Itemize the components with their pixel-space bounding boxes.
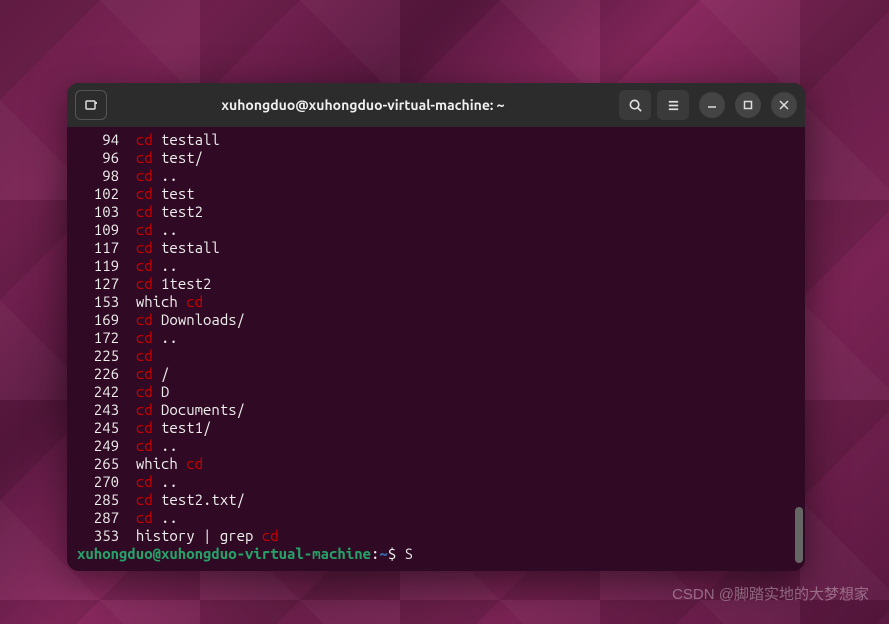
- history-line: 127 cd 1test2: [77, 275, 795, 293]
- search-icon: [628, 98, 643, 113]
- maximize-icon: [743, 100, 753, 110]
- history-line: 249 cd ..: [77, 437, 795, 455]
- history-line: 287 cd ..: [77, 509, 795, 527]
- history-line: 225 cd: [77, 347, 795, 365]
- new-tab-button[interactable]: [75, 90, 107, 120]
- menu-button[interactable]: [657, 90, 689, 120]
- history-line: 285 cd test2.txt/: [77, 491, 795, 509]
- history-line: 153 which cd: [77, 293, 795, 311]
- history-line: 117 cd testall: [77, 239, 795, 257]
- window-title: xuhongduo@xuhongduo-virtual-machine: ~: [113, 97, 613, 113]
- watermark: CSDN @脚踏实地的大梦想家: [672, 583, 869, 604]
- new-tab-icon: [83, 97, 99, 113]
- history-line: 103 cd test2: [77, 203, 795, 221]
- history-line: 96 cd test/: [77, 149, 795, 167]
- history-line: 265 which cd: [77, 455, 795, 473]
- history-line: 119 cd ..: [77, 257, 795, 275]
- history-line: 102 cd test: [77, 185, 795, 203]
- terminal-window: xuhongduo@xuhongduo-virtual-machine: ~: [67, 83, 805, 571]
- terminal-output[interactable]: 94 cd testall 96 cd test/ 98 cd .. 102 c…: [67, 127, 805, 571]
- history-line: 109 cd ..: [77, 221, 795, 239]
- search-button[interactable]: [619, 90, 651, 120]
- history-line: 172 cd ..: [77, 329, 795, 347]
- history-line: 98 cd ..: [77, 167, 795, 185]
- prompt-user: xuhongduo@xuhongduo-virtual-machine: [77, 545, 371, 562]
- scrollbar-thumb[interactable]: [795, 507, 803, 563]
- titlebar: xuhongduo@xuhongduo-virtual-machine: ~: [67, 83, 805, 127]
- prompt-line[interactable]: xuhongduo@xuhongduo-virtual-machine:~$ S: [77, 545, 795, 563]
- minimize-icon: [707, 100, 717, 110]
- minimize-button[interactable]: [699, 92, 725, 118]
- history-line: 353 history | grep cd: [77, 527, 795, 545]
- history-line: 243 cd Documents/: [77, 401, 795, 419]
- close-icon: [779, 100, 789, 110]
- history-line: 226 cd /: [77, 365, 795, 383]
- prompt-input[interactable]: S: [405, 545, 413, 562]
- history-line: 94 cd testall: [77, 131, 795, 149]
- prompt-path: ~: [379, 545, 387, 562]
- history-line: 242 cd D: [77, 383, 795, 401]
- close-button[interactable]: [771, 92, 797, 118]
- history-line: 245 cd test1/: [77, 419, 795, 437]
- history-line: 169 cd Downloads/: [77, 311, 795, 329]
- hamburger-icon: [666, 98, 681, 113]
- maximize-button[interactable]: [735, 92, 761, 118]
- history-line: 270 cd ..: [77, 473, 795, 491]
